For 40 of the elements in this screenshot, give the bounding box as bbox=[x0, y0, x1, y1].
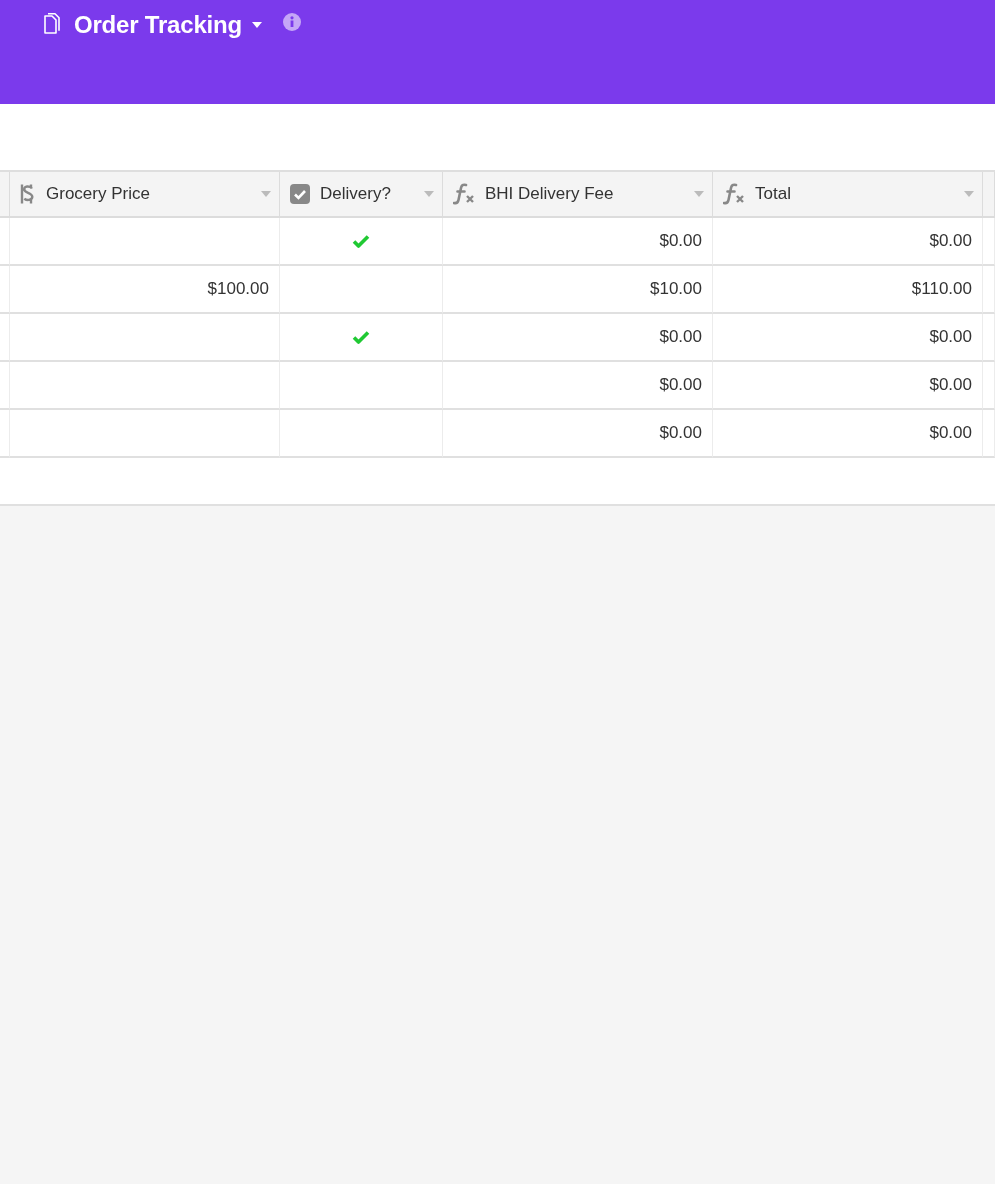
table-cell bbox=[0, 314, 10, 362]
checkbox-icon bbox=[290, 184, 310, 204]
dropdown-caret-icon[interactable] bbox=[694, 191, 704, 197]
table-cell: $0.00 bbox=[443, 410, 713, 458]
table-cell: $0.00 bbox=[713, 362, 983, 410]
table-cell bbox=[983, 266, 995, 314]
table-cell bbox=[983, 362, 995, 410]
table-cell bbox=[0, 410, 10, 458]
column-header[interactable]: Delivery? bbox=[280, 172, 443, 218]
column-header[interactable]: BHI Delivery Fee bbox=[443, 172, 713, 218]
checkmark-icon[interactable] bbox=[352, 234, 370, 248]
table-cell: $0.00 bbox=[713, 218, 983, 266]
table-cell bbox=[0, 266, 10, 314]
table-cell bbox=[983, 410, 995, 458]
formula-icon bbox=[453, 183, 475, 205]
checkmark-icon[interactable] bbox=[352, 330, 370, 344]
column-header[interactable]: Grocery Price bbox=[10, 172, 280, 218]
table-cell bbox=[983, 218, 995, 266]
table-cell: $0.00 bbox=[443, 362, 713, 410]
table-cell: $100.00 bbox=[10, 266, 280, 314]
base-title[interactable]: Order Tracking bbox=[74, 11, 242, 39]
table-cell: $0.00 bbox=[443, 314, 713, 362]
table-cell: $0.00 bbox=[713, 410, 983, 458]
dollar-icon bbox=[20, 184, 36, 204]
column-header[interactable] bbox=[0, 172, 10, 218]
caret-icon[interactable] bbox=[251, 21, 262, 29]
table-cell: $10.00 bbox=[443, 266, 713, 314]
dropdown-caret-icon[interactable] bbox=[964, 191, 974, 197]
dropdown-caret-icon[interactable] bbox=[424, 191, 434, 197]
dropdown-caret-icon[interactable] bbox=[261, 191, 271, 197]
info-icon[interactable] bbox=[282, 13, 301, 31]
column-header[interactable]: Total bbox=[713, 172, 983, 218]
column-header[interactable] bbox=[983, 172, 995, 218]
table-cell bbox=[0, 218, 10, 266]
table-cell: $0.00 bbox=[713, 314, 983, 362]
table-cell: $0.00 bbox=[443, 218, 713, 266]
table-cell: $110.00 bbox=[713, 266, 983, 314]
table-cell bbox=[0, 362, 10, 410]
formula-icon bbox=[723, 183, 745, 205]
table-cell bbox=[983, 314, 995, 362]
